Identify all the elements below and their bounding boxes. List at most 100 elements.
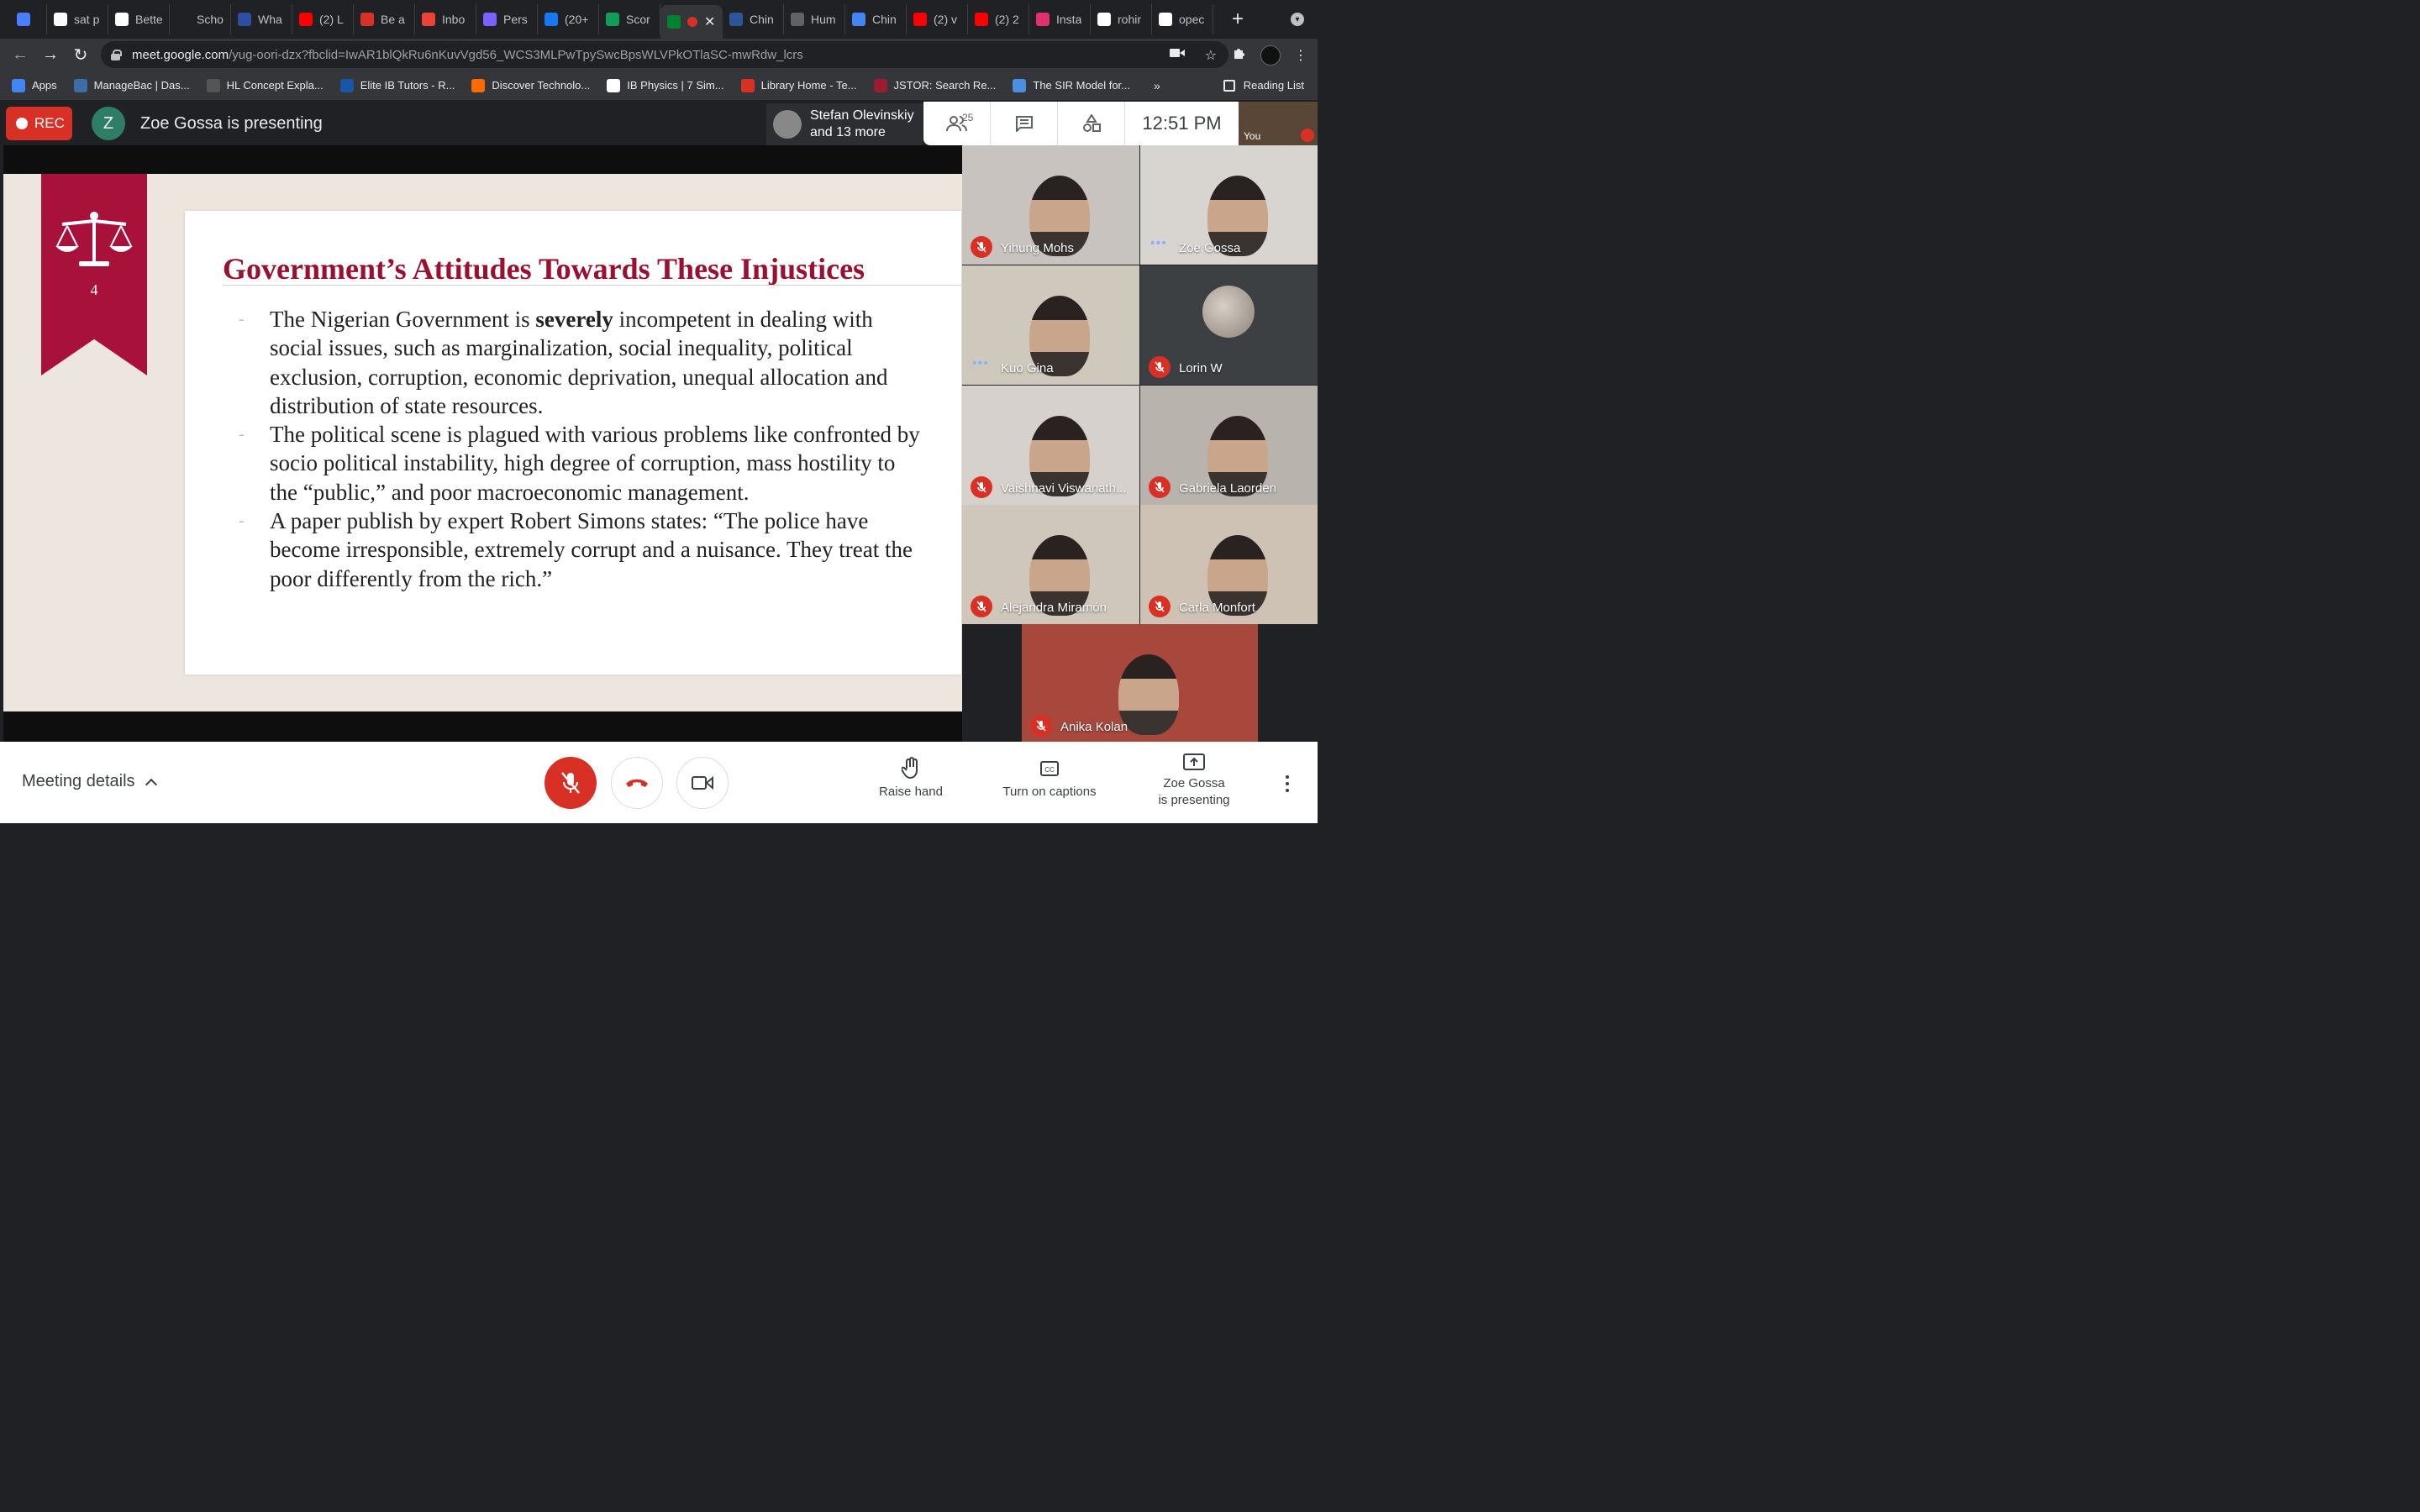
bookmark-star-icon[interactable]: ☆ (1205, 47, 1217, 64)
active-speaker-chip[interactable]: Stefan Olevinskiy and 13 more (766, 103, 923, 145)
new-tab-icon[interactable]: + (1232, 8, 1244, 31)
speaking-indicator-icon: ••• (1150, 236, 1167, 250)
bullet-1: The Nigerian Government is severely inco… (239, 305, 928, 420)
presenting-line1: Zoe Gossa (1163, 776, 1225, 790)
browser-tab[interactable]: Chin (845, 4, 907, 34)
apps-grid-icon (12, 78, 25, 92)
participant-grid: Yihung Mohs ••• Zoe Gossa ••• Kuo Gina Lorin … (962, 145, 1318, 743)
speaker-name: Stefan Olevinskiy (810, 108, 914, 123)
raise-hand-icon (902, 757, 918, 779)
recording-indicator[interactable]: REC (6, 107, 72, 140)
participant-name: Yihung Mohs (1001, 241, 1074, 255)
camera-in-use-icon[interactable] (1169, 47, 1185, 64)
scales-of-justice-icon (55, 212, 133, 266)
people-button[interactable]: 25 (923, 102, 991, 145)
google-icon (54, 13, 67, 26)
muted-mic-icon (1030, 715, 1052, 737)
browser-tab[interactable]: sat p (47, 4, 108, 34)
browser-tab[interactable]: Scor (599, 4, 660, 34)
bookmark-label: IB Physics | 7 Sim... (627, 79, 724, 92)
presenter-avatar: Z (92, 107, 125, 140)
bookmark-item[interactable]: JSTOR: Search Re... (873, 78, 997, 92)
bookmark-item[interactable]: IB Physics | 7 Sim... (607, 78, 724, 92)
tab-label: Wha (258, 13, 282, 26)
tab-active-meet[interactable]: ✕ (660, 5, 723, 39)
microphone-toggle-button[interactable] (544, 757, 597, 809)
browser-tab[interactable]: Pers (476, 4, 538, 34)
hang-up-icon (626, 779, 648, 787)
bookmark-label: JSTOR: Search Re... (893, 79, 997, 92)
bookmark-item[interactable]: Apps (12, 78, 57, 92)
bookmark-item[interactable]: Library Home - Te... (740, 78, 857, 92)
browser-tab[interactable]: (2) v (907, 4, 968, 34)
tab-label: Chin (872, 13, 897, 26)
instagram-icon (1036, 13, 1050, 26)
browser-tab[interactable]: rohir (1091, 4, 1152, 34)
bookmark-label: HL Concept Expla... (226, 79, 324, 92)
participant-tile[interactable]: Alejandra Miramón (962, 505, 1139, 624)
address-bar[interactable]: meet.google.com/yug-oori-dzx?fbclid=IwAR… (101, 41, 1228, 68)
raise-hand-button[interactable]: Raise hand (874, 757, 948, 801)
meeting-details-label: Meeting details (22, 772, 135, 790)
chat-button[interactable] (991, 102, 1058, 145)
tab-label: Hum (811, 13, 836, 26)
browser-tab[interactable]: (2) 2 (968, 4, 1029, 34)
browser-tab[interactable]: Bette (108, 4, 170, 34)
bookmark-item[interactable]: Elite IB Tutors - R... (339, 78, 455, 92)
globe-icon (791, 13, 804, 26)
captions-button[interactable]: CC Turn on captions (997, 757, 1102, 801)
participant-tile[interactable]: Carla Monfort (1140, 505, 1318, 624)
forward-icon[interactable]: → (35, 45, 66, 65)
back-icon[interactable]: ← (5, 45, 35, 65)
participant-tile[interactable]: Lorin W (1140, 265, 1318, 385)
activities-button[interactable] (1058, 102, 1125, 145)
closed-captions-icon: CC (1040, 761, 1059, 776)
tab-label: Scho (197, 13, 224, 26)
bullet-3: A paper publish by expert Robert Simons … (239, 507, 928, 593)
record-dot-icon (16, 118, 28, 129)
leave-call-button[interactable] (611, 757, 663, 809)
reading-list-button[interactable]: Reading List (1223, 79, 1304, 92)
browser-tab[interactable]: Insta (1029, 4, 1091, 34)
more-options-icon[interactable] (1286, 775, 1289, 792)
presenting-status: Zoe Gossa is presenting (140, 114, 323, 133)
browser-tab[interactable] (10, 4, 47, 34)
browser-tab[interactable]: Chin (723, 4, 784, 34)
close-tab-icon[interactable]: ✕ (704, 13, 715, 30)
browser-tab[interactable]: (2) L (292, 4, 354, 34)
reload-icon[interactable]: ↻ (66, 45, 96, 66)
bookmark-item[interactable]: ManageBac | Das... (73, 78, 190, 92)
bookmark-item[interactable]: HL Concept Expla... (206, 78, 324, 92)
meeting-details-button[interactable]: Meeting details (22, 772, 157, 791)
bookmarks-overflow-button[interactable]: » (1154, 79, 1160, 92)
tab-search-icon[interactable]: ▾ (1291, 13, 1304, 26)
presentation-button[interactable]: Zoe Gossa is presenting (1151, 753, 1237, 809)
extensions-puzzle-icon[interactable] (1232, 46, 1247, 66)
lock-icon[interactable] (111, 49, 122, 60)
chrome-menu-icon[interactable]: ⋮ (1294, 47, 1307, 64)
participant-tile[interactable]: ••• Zoe Gossa (1140, 145, 1318, 265)
self-label: You (1244, 130, 1261, 142)
browser-tab[interactable]: (20+ (538, 4, 599, 34)
participant-tile[interactable]: Vaishnavi Viswanath... (962, 386, 1139, 505)
bookmark-item[interactable]: The SIR Model for... (1013, 78, 1130, 92)
word-icon (729, 13, 743, 26)
camera-toggle-button[interactable] (676, 757, 729, 809)
self-view-tile[interactable]: You (1239, 102, 1318, 145)
browser-tab[interactable]: Scho (170, 4, 231, 34)
browser-tab[interactable]: Be a (354, 4, 415, 34)
bookmark-item[interactable]: Discover Technolo... (471, 78, 590, 92)
participant-tile[interactable]: Anika Kolan (1022, 624, 1258, 743)
browser-tab[interactable]: Wha (231, 4, 292, 34)
browser-tab[interactable]: Hum (784, 4, 845, 34)
slide-banner: 4 (41, 174, 147, 375)
participant-tile[interactable]: Yihung Mohs (962, 145, 1139, 265)
slide: 4 Government’s Attitudes Towards These I… (3, 174, 962, 711)
browser-tab[interactable]: Inbo (415, 4, 476, 34)
tab-label: Chin (750, 13, 774, 26)
participant-tile[interactable]: Gabriela Laorden (1140, 386, 1318, 505)
browser-tab[interactable]: opec (1152, 4, 1213, 34)
profile-avatar[interactable] (1260, 45, 1281, 66)
participant-tile[interactable]: ••• Kuo Gina (962, 265, 1139, 385)
tab-label: Pers (503, 13, 528, 26)
